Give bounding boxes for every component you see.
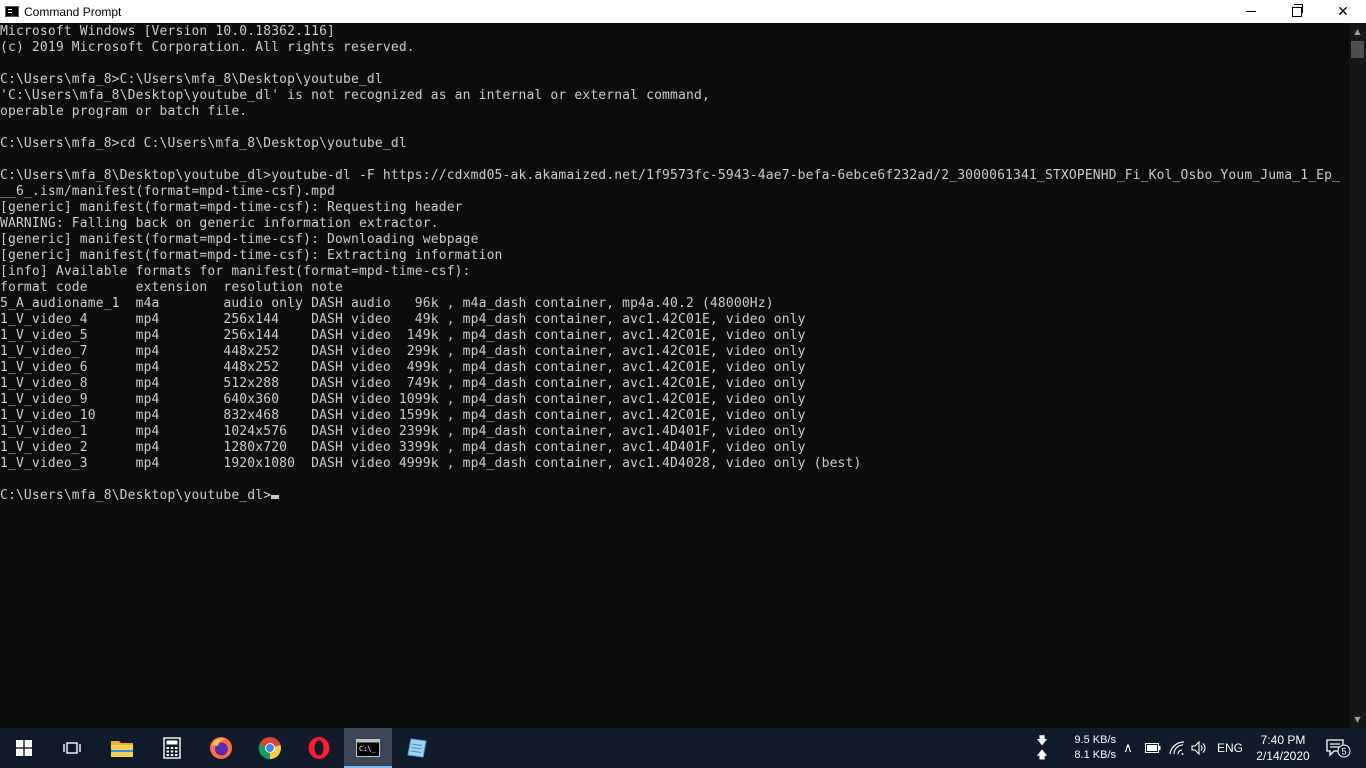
firefox-button[interactable] [197,728,245,768]
calculator-button[interactable] [148,728,196,768]
console-line: WARNING: Falling back on generic informa… [0,216,439,231]
taskbar: C:\_ 🡇 🡅 9.5 KB/s 8.1 KB/s ∧ ENG 7:40 PM… [0,728,1366,768]
chevron-up-icon: ∧ [1123,740,1133,755]
volume-button[interactable] [1188,728,1210,768]
console-line: 1_V_video_8 mp4 512x288 DASH video 749k … [0,376,806,391]
console-line: 1_V_video_7 mp4 448x252 DASH video 299k … [0,344,806,359]
task-view-icon [63,742,81,754]
clock-date: 2/14/2020 [1256,749,1310,763]
console-line: [generic] manifest(format=mpd-time-csf):… [0,248,503,263]
download-speed: 9.5 KB/s [1074,734,1116,746]
console-line: format code extension resolution note [0,280,343,295]
console-line: 1_V_video_3 mp4 1920x1080 DASH video 499… [0,456,862,471]
console-line: C:\Users\mfa_8\Desktop\youtube_dl>youtub… [0,168,1341,183]
network-speed-meter[interactable]: 9.5 KB/s 8.1 KB/s [1056,728,1116,768]
download-arrow-icon: 🡇 [1036,735,1048,747]
file-explorer-button[interactable] [98,728,146,768]
console-output: Microsoft Windows [Version 10.0.18362.11… [0,23,1349,504]
windows-logo-icon [16,740,32,756]
close-icon: ✕ [1337,3,1349,20]
scroll-down-button[interactable]: ▼ [1349,711,1366,728]
console-line: 1_V_video_2 mp4 1280x720 DASH video 3399… [0,440,806,455]
clock-button[interactable]: 7:40 PM 2/14/2020 [1250,728,1316,768]
close-button[interactable]: ✕ [1320,0,1366,23]
notepad-icon [407,738,427,758]
text-cursor [271,495,280,499]
maximize-button[interactable] [1274,0,1320,23]
notification-count: 5 [1341,747,1346,757]
console-line: 1_V_video_6 mp4 448x252 DASH video 499k … [0,360,806,375]
console-line: [generic] manifest(format=mpd-time-csf):… [0,200,463,215]
opera-icon [308,737,330,759]
arrow-up-icon: ▲ [1354,27,1361,36]
console-line: 'C:\Users\mfa_8\Desktop\youtube_dl' is n… [0,88,710,103]
title-bar[interactable]: Command Prompt ✕ [0,0,1366,23]
clock-time: 7:40 PM [1260,733,1306,747]
opera-button[interactable] [295,728,343,768]
console-line: 5_A_audioname_1 m4a audio only DASH audi… [0,296,774,311]
cmd-icon [5,6,19,17]
console-line: (c) 2019 Microsoft Corporation. All righ… [0,40,415,55]
upload-speed: 8.1 KB/s [1074,749,1116,761]
command-prompt-button[interactable]: C:\_ [344,728,392,768]
console-line: 1_V_video_5 mp4 256x144 DASH video 149k … [0,328,806,343]
scroll-up-button[interactable]: ▲ [1349,23,1366,40]
minimize-icon [1246,11,1256,12]
notification-icon: 5 [1326,739,1351,758]
console-line: 1_V_video_9 mp4 640x360 DASH video 1099k… [0,392,806,407]
console-line: 1_V_video_1 mp4 1024x576 DASH video 2399… [0,424,806,439]
minimize-button[interactable] [1228,0,1274,23]
console-prompt: C:\Users\mfa_8\Desktop\youtube_dl> [0,488,272,503]
language-label: ENG [1216,741,1243,755]
firefox-icon [210,737,232,759]
folder-icon [111,741,133,757]
console-line: C:\Users\mfa_8>cd C:\Users\mfa_8\Desktop… [0,136,407,151]
console-area[interactable]: Microsoft Windows [Version 10.0.18362.11… [0,23,1349,728]
start-button[interactable] [0,728,48,768]
chrome-button[interactable] [246,728,294,768]
battery-button[interactable] [1142,728,1164,768]
chrome-icon [258,737,281,760]
show-hidden-icons-button[interactable]: ∧ [1118,728,1138,768]
network-speed-arrows: 🡇 🡅 [1032,728,1052,768]
network-button[interactable] [1166,728,1188,768]
input-language-button[interactable]: ENG [1212,728,1248,768]
console-line: 1_V_video_4 mp4 256x144 DASH video 49k ,… [0,312,806,327]
svg-text:C:\_: C:\_ [359,745,377,753]
speaker-icon [1191,741,1206,755]
wifi-icon [1169,741,1185,755]
console-line: __6_.ism/manifest(format=mpd-time-csf).m… [0,184,336,199]
arrow-down-icon: ▼ [1354,715,1361,724]
console-line: operable program or batch file. [0,104,248,119]
window-title: Command Prompt [24,4,122,19]
notepad-button[interactable] [393,728,441,768]
calculator-icon [163,737,181,759]
battery-icon [1145,743,1161,753]
console-line: C:\Users\mfa_8>C:\Users\mfa_8\Desktop\yo… [0,72,383,87]
task-view-button[interactable] [48,728,96,768]
console-line: [info] Available formats for manifest(fo… [0,264,471,279]
action-center-button[interactable]: 5 [1318,728,1358,768]
console-line: Microsoft Windows [Version 10.0.18362.11… [0,24,336,39]
console-line: [generic] manifest(format=mpd-time-csf):… [0,232,479,247]
cmd-icon: C:\_ [356,739,380,757]
vertical-scrollbar[interactable]: ▲ ▼ [1349,23,1366,728]
restore-icon [1292,3,1303,17]
console-lines: Microsoft Windows [Version 10.0.18362.11… [0,24,1340,471]
upload-arrow-icon: 🡅 [1036,749,1048,761]
scroll-thumb[interactable] [1351,41,1364,58]
console-line: 1_V_video_10 mp4 832x468 DASH video 1599… [0,408,806,423]
